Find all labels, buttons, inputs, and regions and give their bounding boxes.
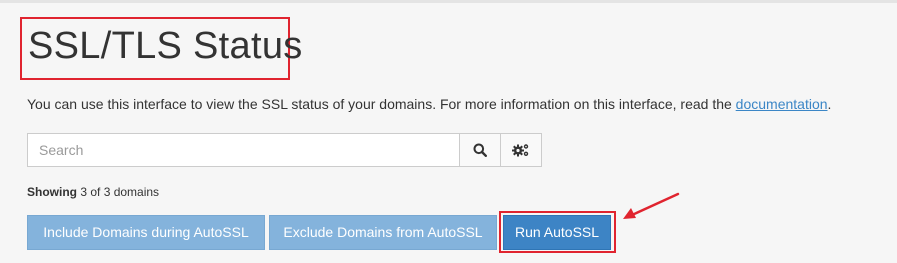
page: SSL/TLS Status You can use this interfac… xyxy=(0,0,897,263)
showing-text: 3 of 3 domains xyxy=(80,185,160,199)
search-settings-button[interactable] xyxy=(500,134,541,166)
description-suffix: . xyxy=(827,96,832,112)
showing-count: Showing 3 of 3 domains xyxy=(27,184,159,200)
search-icon xyxy=(473,143,487,157)
run-autossl-button[interactable]: Run AutoSSL xyxy=(503,215,611,250)
search-input[interactable] xyxy=(28,134,459,166)
include-domains-button[interactable]: Include Domains during AutoSSL xyxy=(27,215,265,250)
search-button[interactable] xyxy=(459,134,500,166)
exclude-domains-button[interactable]: Exclude Domains from AutoSSL xyxy=(269,215,497,250)
showing-label: Showing xyxy=(27,185,77,199)
description-text: You can use this interface to view the S… xyxy=(27,96,736,112)
page-description: You can use this interface to view the S… xyxy=(27,95,831,113)
annotation-arrow-icon xyxy=(623,192,680,219)
documentation-link[interactable]: documentation xyxy=(736,96,828,112)
gears-icon xyxy=(512,144,529,157)
page-title: SSL/TLS Status xyxy=(28,25,303,67)
top-divider xyxy=(0,0,897,3)
search-group xyxy=(27,133,542,167)
